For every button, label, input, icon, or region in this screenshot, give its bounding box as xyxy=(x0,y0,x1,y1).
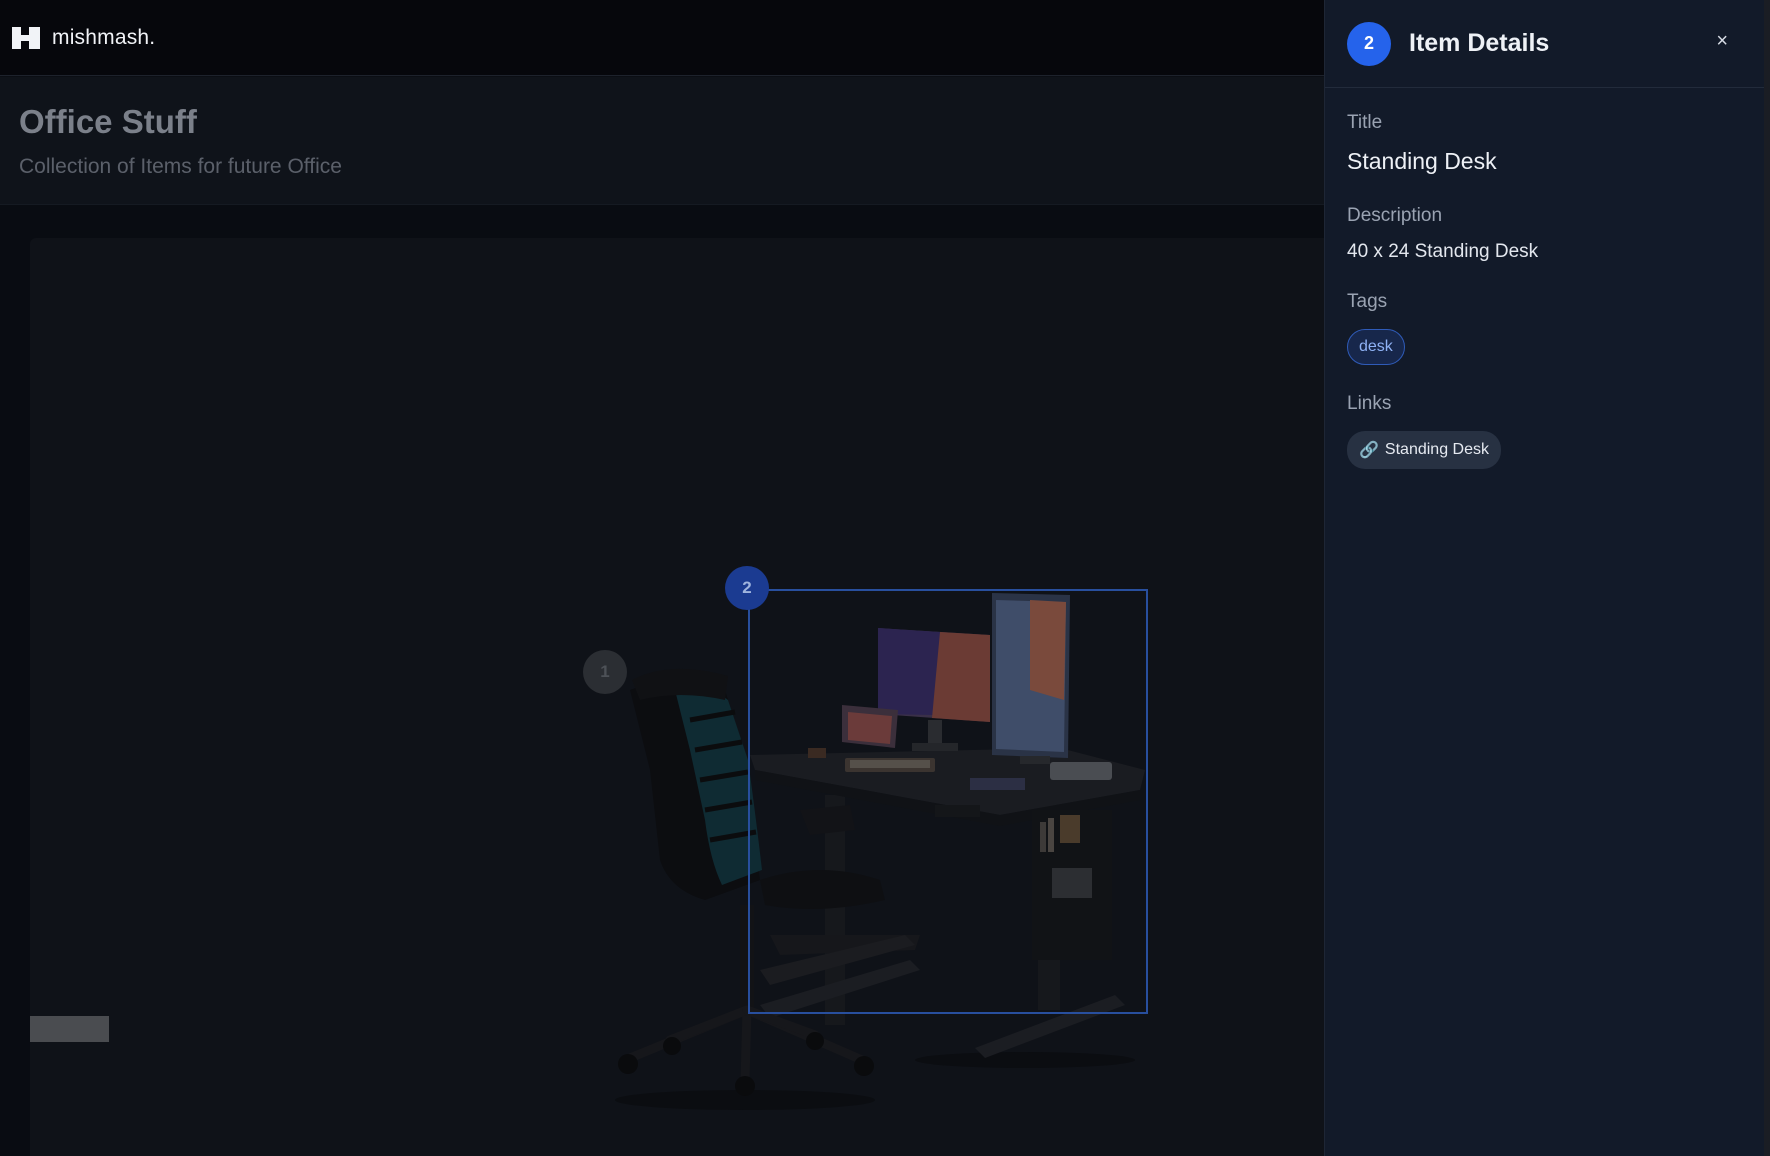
title-value: Standing Desk xyxy=(1347,148,1497,174)
description-value: 40 x 24 Standing Desk xyxy=(1347,241,1539,262)
link-label: Standing Desk xyxy=(1384,441,1489,458)
panel-title: Item Details xyxy=(1409,29,1550,57)
links-label: Links xyxy=(1347,393,1392,414)
link-icon: 🔗 xyxy=(1359,442,1379,459)
tags-label: Tags xyxy=(1347,291,1388,312)
item-number-badge: 2 xyxy=(1347,21,1391,66)
item-marker-1[interactable]: 1 xyxy=(583,650,627,694)
description-label: Description xyxy=(1347,205,1443,226)
panel-header: 2 Item Details × xyxy=(1325,0,1764,88)
item-details-panel: 2 Item Details × Title Standing Desk Des… xyxy=(1324,0,1764,1156)
title-label: Title xyxy=(1347,112,1383,133)
app-root: mishmash. Office Stuff Collection of Ite… xyxy=(0,0,1770,1156)
link-standing-desk[interactable]: 🔗 Standing Desk xyxy=(1347,431,1501,469)
selected-item-bounding-box[interactable] xyxy=(748,589,1148,1014)
close-icon[interactable]: × xyxy=(1716,30,1728,53)
panel-body: Title Standing Desk Description 40 x 24 … xyxy=(1325,88,1764,493)
panel-scrollbar[interactable] xyxy=(1764,0,1770,1156)
tag-desk[interactable]: desk xyxy=(1347,329,1405,365)
item-marker-2[interactable]: 2 xyxy=(725,566,769,610)
